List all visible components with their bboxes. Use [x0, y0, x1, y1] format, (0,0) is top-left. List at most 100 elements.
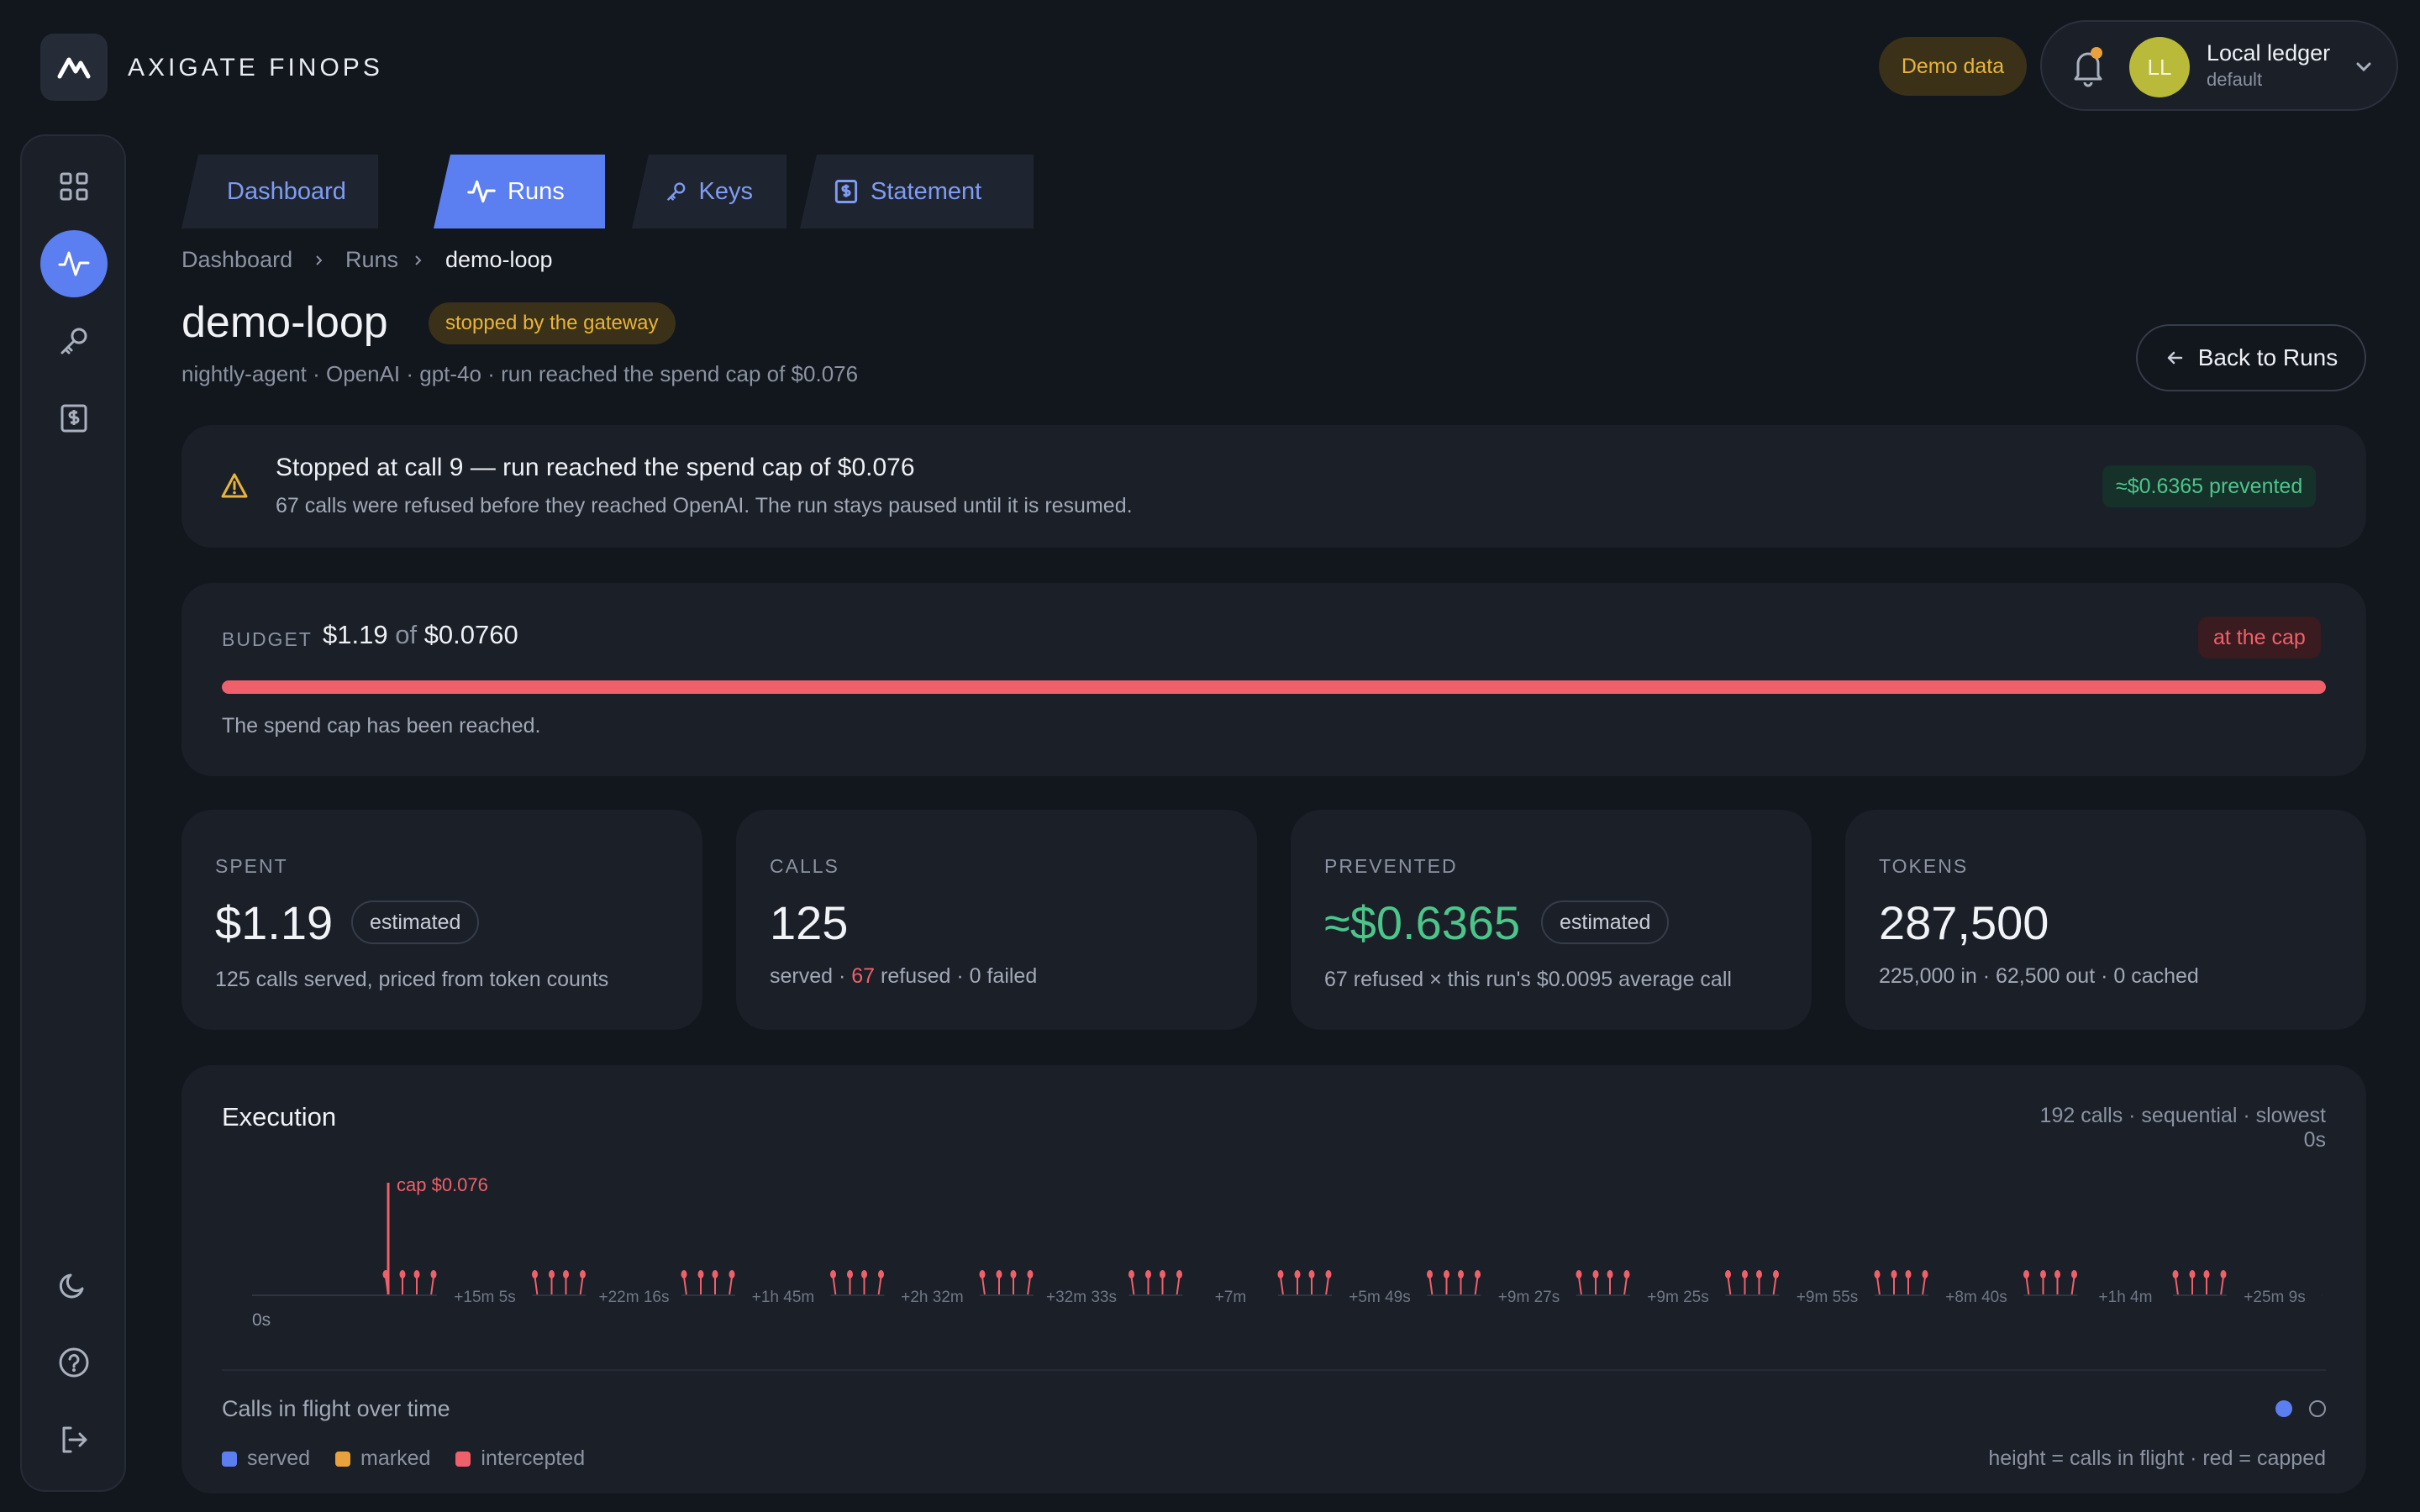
tab-label: Runs: [508, 177, 565, 205]
brand-name: AXIGATE FINOPS: [128, 54, 383, 81]
call-mark-stem: [579, 1276, 584, 1296]
sidebar-item-keys[interactable]: [40, 307, 108, 375]
tab-keys[interactable]: Keys: [632, 155, 786, 228]
legend-label: marked: [360, 1446, 431, 1470]
logo-icon: [57, 57, 91, 79]
notification-dot: [2091, 47, 2102, 59]
call-mark-stem: [729, 1276, 733, 1296]
breadcrumb-runs[interactable]: Runs: [345, 247, 398, 273]
gap-label: +1h 4m: [2099, 1289, 2153, 1306]
pager-dot-active[interactable]: [2275, 1400, 2292, 1417]
legend-swatch: [455, 1451, 471, 1467]
legend-note: height = calls in flight · red = capped: [1988, 1446, 2326, 1470]
status-badge: stopped by the gateway: [429, 302, 676, 344]
call-mark: [382, 1270, 389, 1278]
stat-note: served · 67 refused · 0 failed: [770, 964, 1037, 989]
call-mark: [1576, 1270, 1582, 1278]
warning-icon: [221, 473, 248, 498]
budget-label: BUDGET: [222, 628, 313, 650]
call-mark: [1027, 1270, 1034, 1278]
key-icon: [667, 182, 686, 201]
call-mark-stem: [1027, 1276, 1031, 1296]
sidebar-item-statement[interactable]: [40, 385, 108, 452]
call-mark: [1277, 1270, 1284, 1278]
cap-status-badge: at the cap: [2198, 617, 2321, 659]
budget-progress-bar: [222, 680, 2326, 694]
chevron-down-icon[interactable]: [2353, 55, 2375, 77]
call-mark: [2023, 1270, 2029, 1278]
call-mark: [2172, 1270, 2179, 1278]
call-mark: [712, 1270, 718, 1278]
bell-icon[interactable]: [2067, 44, 2109, 89]
call-mark-stem: [2070, 1276, 2075, 1296]
call-mark-stem: [1876, 1276, 1881, 1296]
gap-label: +15m 5s: [454, 1289, 515, 1306]
budget-spent: $1.19: [323, 620, 388, 649]
call-mark: [1128, 1270, 1134, 1278]
budget-of: of: [395, 620, 418, 649]
alert-body: 67 calls were refused before they reache…: [276, 494, 1133, 517]
legend-marked: marked: [335, 1446, 430, 1471]
breadcrumb-dashboard[interactable]: Dashboard: [182, 247, 292, 273]
help-icon: [59, 1347, 89, 1378]
call-mark: [1160, 1270, 1165, 1278]
call-mark: [1458, 1270, 1464, 1278]
estimated-pill: estimated: [1541, 900, 1670, 944]
call-mark: [729, 1270, 735, 1278]
gap-label: +5m 49s: [1349, 1289, 1410, 1306]
call-mark: [1742, 1270, 1748, 1278]
gap-label: +2h 32m: [901, 1289, 963, 1306]
logout-icon: [62, 1426, 87, 1453]
tab-statement[interactable]: Statement: [800, 155, 1034, 228]
back-to-runs-button[interactable]: Back to Runs: [2136, 324, 2366, 391]
call-mark: [878, 1270, 884, 1278]
call-mark: [996, 1270, 1002, 1278]
user-workspace: default: [2207, 69, 2263, 90]
legend-served: served: [222, 1446, 310, 1471]
call-mark: [532, 1270, 538, 1278]
calls-served-text: served ·: [770, 964, 852, 988]
legend-swatch: [335, 1451, 351, 1467]
budget-card: [182, 583, 2366, 776]
legend-intercepted: intercepted: [455, 1446, 585, 1471]
stat-note: 225,000 in · 62,500 out · 0 cached: [1879, 964, 2199, 988]
tab-label: Statement: [871, 177, 982, 205]
call-mark-stem: [2025, 1276, 2030, 1296]
gap-label: +9m 55s: [1797, 1289, 1858, 1306]
sidebar-theme-toggle[interactable]: [40, 1252, 108, 1319]
arrow-left-icon: [2167, 351, 2182, 365]
tab-runs[interactable]: Runs: [434, 155, 605, 228]
legend-swatch: [222, 1451, 237, 1467]
chevron-right-icon: [316, 255, 323, 265]
sidebar-item-runs[interactable]: [40, 230, 108, 297]
call-mark-stem: [430, 1276, 434, 1296]
timeline-start-label: 0s: [252, 1310, 271, 1330]
sidebar-help[interactable]: [40, 1329, 108, 1396]
statement-icon: [60, 404, 87, 433]
execution-meta: 192 calls · sequential · slowest 0s: [2039, 1104, 2326, 1152]
call-mark: [1176, 1270, 1182, 1278]
stat-note: 125 calls served, priced from token coun…: [215, 968, 609, 991]
call-mark: [1444, 1270, 1449, 1278]
call-mark: [563, 1270, 569, 1278]
call-mark: [2054, 1270, 2060, 1278]
estimated-pill: estimated: [351, 900, 480, 944]
call-mark: [430, 1270, 437, 1278]
pager-dot[interactable]: [2309, 1400, 2326, 1417]
call-mark: [1427, 1270, 1433, 1278]
gap-label: +9m 27s: [1498, 1289, 1560, 1306]
tab-dashboard[interactable]: Dashboard: [182, 155, 378, 228]
sidebar-item-dashboard[interactable]: [40, 153, 108, 220]
prevented-badge: ≈$0.6365 prevented: [2102, 465, 2317, 507]
avatar[interactable]: LL: [2129, 37, 2190, 97]
app-logo[interactable]: [40, 34, 108, 101]
call-mark: [1773, 1270, 1779, 1278]
call-mark: [861, 1270, 867, 1278]
stat-label: TOKENS: [1879, 855, 1969, 877]
call-mark-stem: [1623, 1276, 1628, 1296]
moon-icon: [59, 1273, 84, 1299]
call-mark-stem: [1325, 1276, 1329, 1296]
chevron-right-icon: [415, 255, 422, 265]
sidebar-logout[interactable]: [40, 1406, 108, 1473]
demo-data-badge: Demo data: [1879, 37, 2027, 96]
